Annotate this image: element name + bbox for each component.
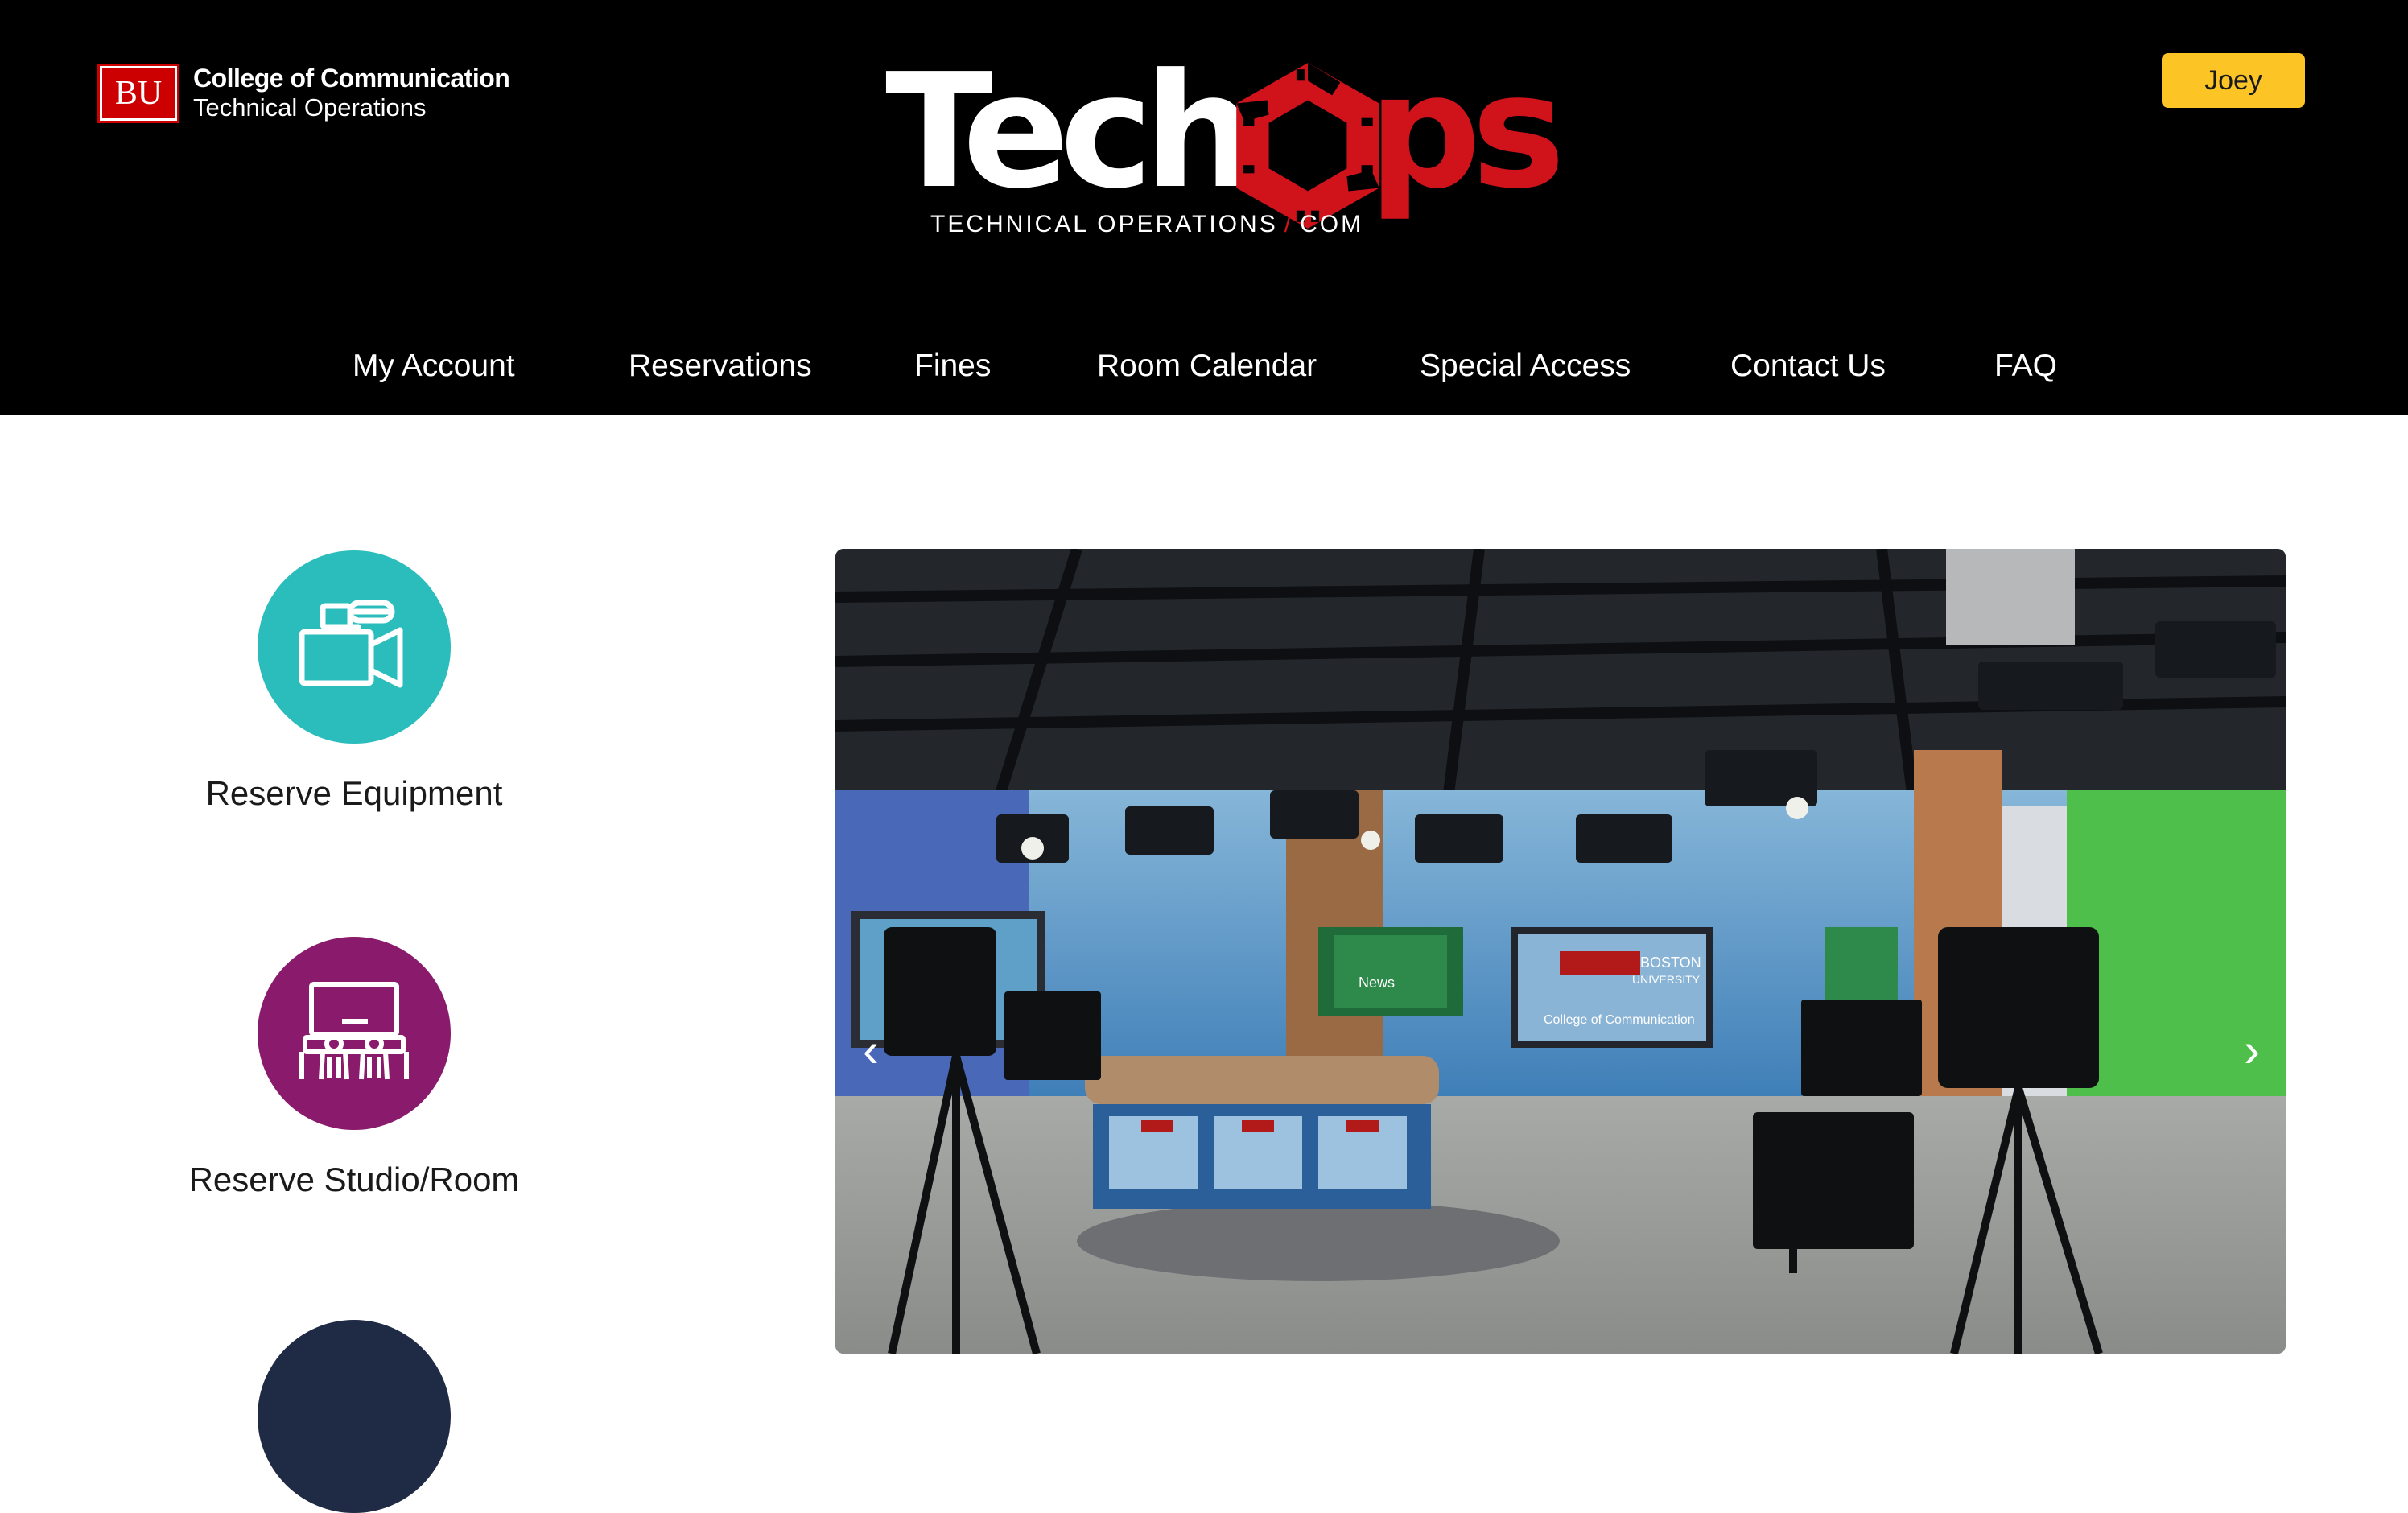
logo-text-tech: Tech	[885, 40, 1256, 224]
bu-brand-text: College of Communication Technical Opera…	[193, 63, 510, 122]
brand-line-1: College of Communication	[193, 64, 510, 93]
nav-special-access[interactable]: Special Access	[1420, 338, 1631, 394]
classroom-icon	[299, 982, 409, 1080]
video-camera-icon	[299, 600, 403, 688]
bu-logo-mark: BU	[100, 66, 177, 121]
screen-university-text: UNIVERSITY	[1632, 973, 1701, 986]
studio-carousel[interactable]: BOSTON UNIVERSITY College of Communicati…	[835, 549, 2286, 1354]
nav-contact-us[interactable]: Contact Us	[1730, 338, 1886, 394]
reserve-equipment-card[interactable]: Reserve Equipment	[129, 550, 579, 813]
nav-faq[interactable]: FAQ	[1994, 338, 2057, 394]
screen-college-text: College of Communication	[1544, 1013, 1695, 1027]
logo-subtitle-right: COM	[1300, 211, 1364, 237]
logo-subtitle: TECHNICAL OPERATIONS / COM	[930, 211, 1363, 238]
user-account-button[interactable]: Joey	[2162, 53, 2305, 108]
tv-studio-photo: BOSTON UNIVERSITY College of Communicati…	[835, 549, 2286, 1354]
techops-logo[interactable]: Tech ps TECHNICAL OPERATIONS / COM	[885, 52, 1565, 261]
techops-logo-word: Tech	[885, 52, 1256, 212]
nav-my-account[interactable]: My Account	[353, 338, 515, 394]
bu-brand[interactable]: BU College of Communication Technical Op…	[100, 63, 510, 122]
nav-reservations[interactable]: Reservations	[629, 338, 812, 394]
main-nav: My Account Reservations Fines Room Calen…	[0, 338, 2408, 394]
reserve-equipment-label[interactable]: Reserve Equipment	[129, 774, 579, 813]
logo-subtitle-separator: /	[1284, 211, 1294, 237]
third-action-circle[interactable]	[258, 1320, 451, 1513]
reserve-studio-card[interactable]: Reserve Studio/Room	[129, 937, 579, 1199]
carousel-prev-button[interactable]: ‹	[847, 1022, 895, 1078]
screen-news-text: News	[1359, 975, 1395, 991]
nav-fines[interactable]: Fines	[914, 338, 991, 394]
logo-subtitle-left: TECHNICAL OPERATIONS	[930, 211, 1278, 237]
brand-line-2: Technical Operations	[193, 93, 427, 122]
reserve-equipment-circle[interactable]	[258, 550, 451, 744]
screen-boston-text: BOSTON	[1640, 954, 1701, 971]
site-header: BU College of Communication Technical Op…	[0, 0, 2408, 415]
reserve-studio-circle[interactable]	[258, 937, 451, 1130]
logo-text-ps: ps	[1368, 40, 1565, 224]
carousel-next-button[interactable]: ›	[2228, 1022, 2276, 1078]
nav-room-calendar[interactable]: Room Calendar	[1097, 338, 1317, 394]
reserve-studio-label[interactable]: Reserve Studio/Room	[129, 1161, 579, 1199]
